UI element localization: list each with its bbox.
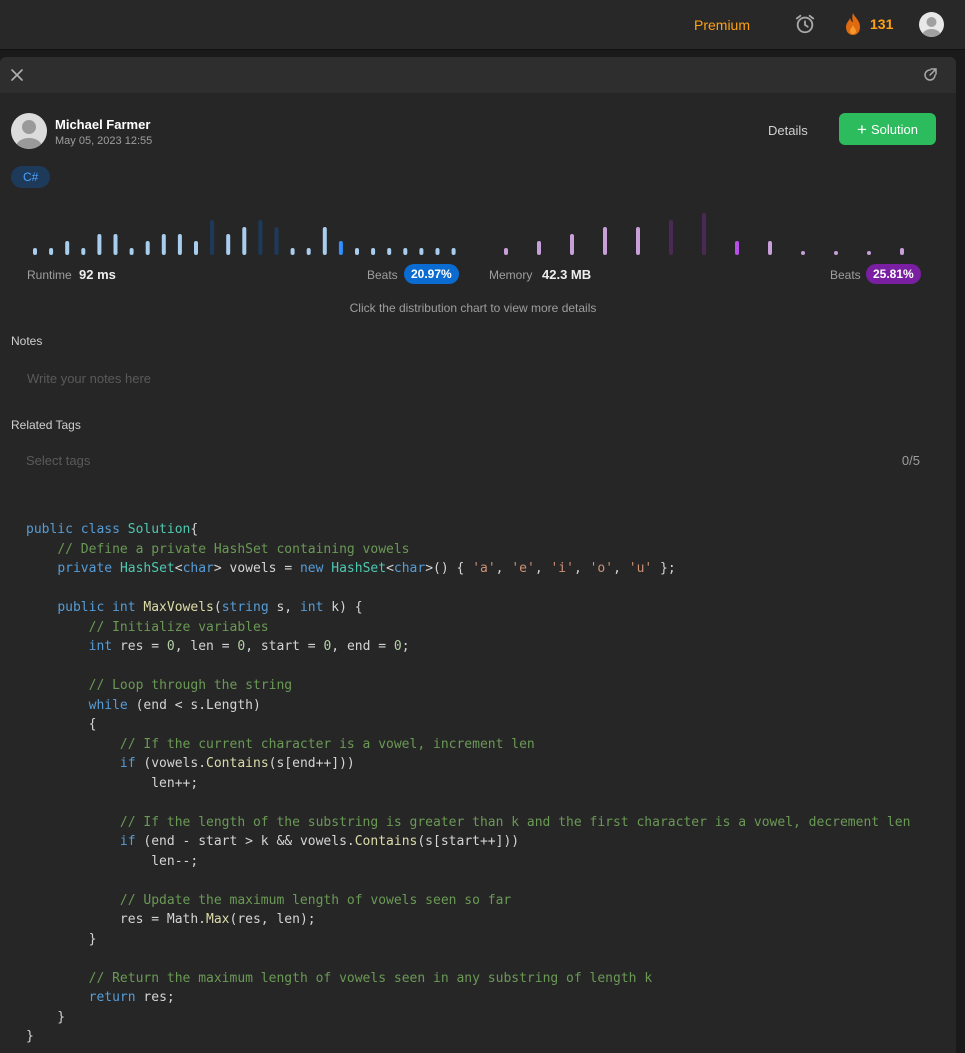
- runtime-distribution-bar[interactable]: [306, 248, 311, 255]
- panel-header: [0, 57, 956, 93]
- memory-distribution-bar[interactable]: [801, 251, 805, 255]
- code-line: // If the length of the substring is gre…: [119, 814, 911, 830]
- solution-button-label: Solution: [870, 121, 918, 137]
- runtime-distribution-bar[interactable]: [113, 234, 118, 255]
- notes-input[interactable]: [11, 363, 947, 393]
- runtime-distribution-bar[interactable]: [419, 248, 424, 255]
- runtime-distribution-bar[interactable]: [355, 248, 359, 255]
- runtime-distribution-bar[interactable]: [387, 248, 392, 255]
- submission-detail-panel: Michael Farmer May 05, 2023 12:55 Detail…: [0, 57, 956, 1053]
- code-line: len--;: [26, 853, 199, 869]
- memory-distribution-bar[interactable]: [537, 241, 541, 255]
- code-line: while (end < s.Length): [88, 697, 261, 713]
- fire-streak-icon[interactable]: [843, 12, 863, 36]
- runtime-distribution-bar[interactable]: [177, 234, 182, 255]
- code-line: private HashSet<char> vowels = new HashS…: [57, 561, 676, 576]
- memory-beats-badge: 25.81%: [866, 264, 921, 284]
- runtime-distribution-bar[interactable]: [65, 241, 70, 255]
- runtime-beats-label: Beats: [367, 268, 398, 282]
- runtime-distribution-bar[interactable]: [97, 234, 102, 255]
- code-line: // If the current character is a vowel, …: [119, 736, 535, 752]
- related-tags-label: Related Tags: [11, 418, 81, 432]
- code-line: if (end - start > k && vowels.Contains(s…: [119, 834, 520, 849]
- chart-hint: Click the distribution chart to view mor…: [349, 301, 597, 315]
- runtime-distribution-bar[interactable]: [194, 241, 198, 255]
- code-line: }: [26, 1009, 66, 1025]
- runtime-distribution-bar[interactable]: [451, 248, 456, 255]
- author-name[interactable]: Michael Farmer: [55, 117, 150, 132]
- add-solution-button[interactable]: + Solution: [839, 113, 936, 145]
- details-button[interactable]: Details: [768, 123, 808, 138]
- runtime-distribution-bar[interactable]: [258, 220, 263, 255]
- runtime-distribution-bar[interactable]: [338, 241, 343, 255]
- memory-beats-label: Beats: [830, 268, 861, 282]
- memory-distribution-bar[interactable]: [768, 241, 772, 255]
- code-line: int res = 0, len = 0, start = 0, end = 0…: [88, 639, 410, 654]
- memory-distribution-bar[interactable]: [735, 241, 739, 255]
- runtime-distribution-bar[interactable]: [274, 227, 279, 255]
- code-line: // Initialize variables: [88, 619, 269, 635]
- runtime-distribution-bar[interactable]: [322, 227, 327, 255]
- runtime-distribution-bar[interactable]: [81, 248, 86, 255]
- runtime-label: Runtime: [27, 268, 72, 282]
- close-icon[interactable]: [10, 68, 24, 82]
- runtime-distribution-bar[interactable]: [371, 248, 376, 255]
- runtime-distribution-bar[interactable]: [210, 220, 215, 255]
- code-line: public class Solution{: [26, 522, 199, 537]
- author-avatar[interactable]: [11, 113, 47, 149]
- memory-distribution-bar[interactable]: [669, 220, 673, 255]
- runtime-distribution-bar[interactable]: [129, 248, 134, 255]
- top-navbar: Premium 131: [0, 0, 965, 50]
- memory-distribution-bar[interactable]: [636, 227, 640, 255]
- memory-distribution-bar[interactable]: [570, 234, 574, 255]
- memory-distribution-bar[interactable]: [702, 213, 706, 255]
- notes-label: Notes: [11, 334, 43, 348]
- code-line: if (vowels.Contains(s[end++])): [119, 756, 355, 771]
- avatar-person-icon: [922, 17, 941, 37]
- streak-count[interactable]: 131: [870, 16, 893, 32]
- runtime-distribution-bar[interactable]: [242, 227, 247, 255]
- runtime-value: 92 ms: [79, 267, 116, 282]
- distribution-chart[interactable]: [0, 207, 956, 257]
- code-line: // Define a private HashSet containing v…: [57, 541, 410, 557]
- runtime-distribution-bar[interactable]: [226, 234, 231, 255]
- open-external-icon[interactable]: [922, 67, 938, 83]
- runtime-beats-badge: 20.97%: [404, 264, 459, 284]
- memory-distribution-bar[interactable]: [834, 251, 838, 255]
- submission-date: May 05, 2023 12:55: [55, 135, 153, 147]
- code-line: res = Math.Max(res, len);: [26, 912, 316, 927]
- memory-distribution-bar[interactable]: [867, 251, 871, 255]
- code-line: {: [26, 717, 97, 732]
- runtime-distribution-bar[interactable]: [33, 248, 37, 255]
- memory-distribution-bar[interactable]: [504, 248, 508, 255]
- memory-distribution-bar[interactable]: [900, 248, 904, 255]
- runtime-distribution-bar[interactable]: [145, 241, 150, 255]
- runtime-distribution-bar[interactable]: [49, 248, 54, 255]
- runtime-distribution-bar[interactable]: [403, 248, 408, 255]
- premium-link[interactable]: Premium: [694, 17, 750, 33]
- memory-label: Memory: [489, 268, 533, 282]
- code-line: // Loop through the string: [88, 678, 293, 693]
- code-line: // Return the maximum length of vowels s…: [88, 970, 653, 986]
- runtime-distribution-bar[interactable]: [290, 248, 295, 255]
- tags-count: 0/5: [901, 453, 920, 468]
- code-line: public int MaxVowels(string s, int k) {: [57, 600, 363, 615]
- runtime-distribution-bar[interactable]: [161, 234, 166, 255]
- plus-icon: +: [857, 119, 867, 139]
- code-line: }: [26, 931, 97, 947]
- tags-select[interactable]: Select tags: [26, 453, 90, 468]
- code-line: len++;: [26, 775, 199, 791]
- language-tag[interactable]: C#: [11, 166, 51, 188]
- avatar-person-icon: [16, 120, 42, 149]
- alarm-clock-icon[interactable]: [794, 13, 816, 35]
- code-line: return res;: [88, 990, 175, 1005]
- code-line: }: [26, 1029, 34, 1044]
- code-block[interactable]: public class Solution{ // Define a priva…: [26, 520, 910, 1047]
- memory-value: 42.3 MB: [542, 267, 592, 282]
- user-avatar[interactable]: [919, 12, 944, 37]
- memory-distribution-bar[interactable]: [603, 227, 607, 255]
- runtime-distribution-bar[interactable]: [435, 248, 440, 255]
- code-line: // Update the maximum length of vowels s…: [119, 892, 512, 908]
